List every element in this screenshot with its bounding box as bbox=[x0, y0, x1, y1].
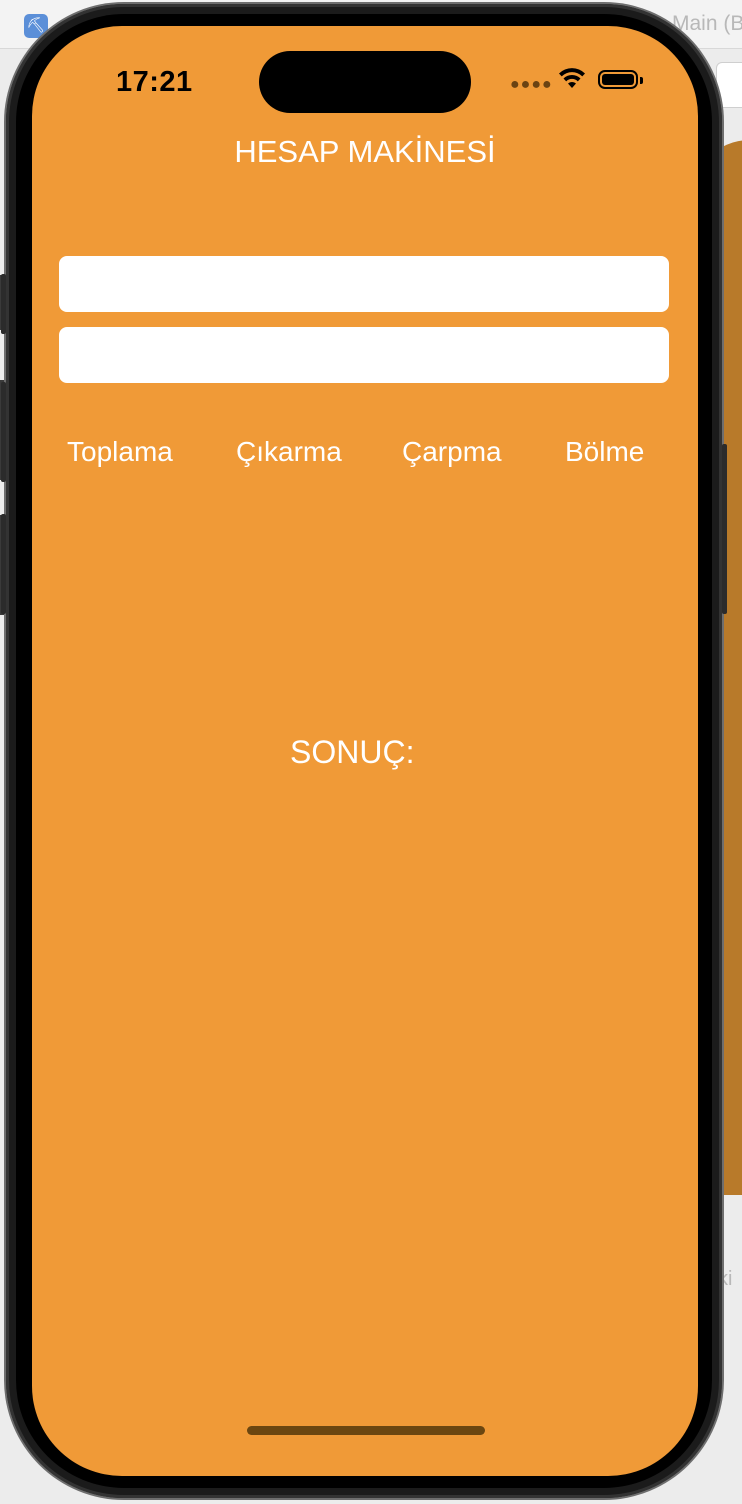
second-number-field[interactable] bbox=[59, 327, 669, 383]
volume-up-button bbox=[1, 382, 6, 482]
first-number-field[interactable] bbox=[59, 256, 669, 312]
dynamic-island bbox=[259, 51, 471, 113]
power-button bbox=[722, 444, 727, 614]
subtract-button[interactable]: Çıkarma bbox=[236, 430, 342, 474]
editor-tab-title[interactable]: Main (B bbox=[672, 12, 742, 36]
home-indicator[interactable] bbox=[247, 1426, 485, 1435]
add-button[interactable]: Toplama bbox=[67, 430, 173, 474]
cellular-dots-icon: ●●●● bbox=[510, 76, 553, 93]
battery-level bbox=[602, 74, 634, 85]
divide-button[interactable]: Bölme bbox=[565, 430, 644, 474]
volume-down-button bbox=[1, 514, 6, 614]
result-label: SONUÇ: bbox=[290, 734, 415, 770]
battery-cap bbox=[640, 77, 643, 84]
battery-icon bbox=[598, 70, 638, 89]
status-time: 17:21 bbox=[116, 66, 193, 98]
app-screen: 17:21 ●●●● HESAP MAKİNESİ Toplama Çıkarm… bbox=[32, 26, 698, 1476]
status-icons: ●●●● bbox=[510, 66, 660, 96]
action-button bbox=[1, 274, 6, 334]
multiply-button[interactable]: Çarpma bbox=[402, 430, 502, 474]
page-title: HESAP MAKİNESİ bbox=[234, 134, 496, 169]
wifi-icon bbox=[559, 68, 585, 88]
